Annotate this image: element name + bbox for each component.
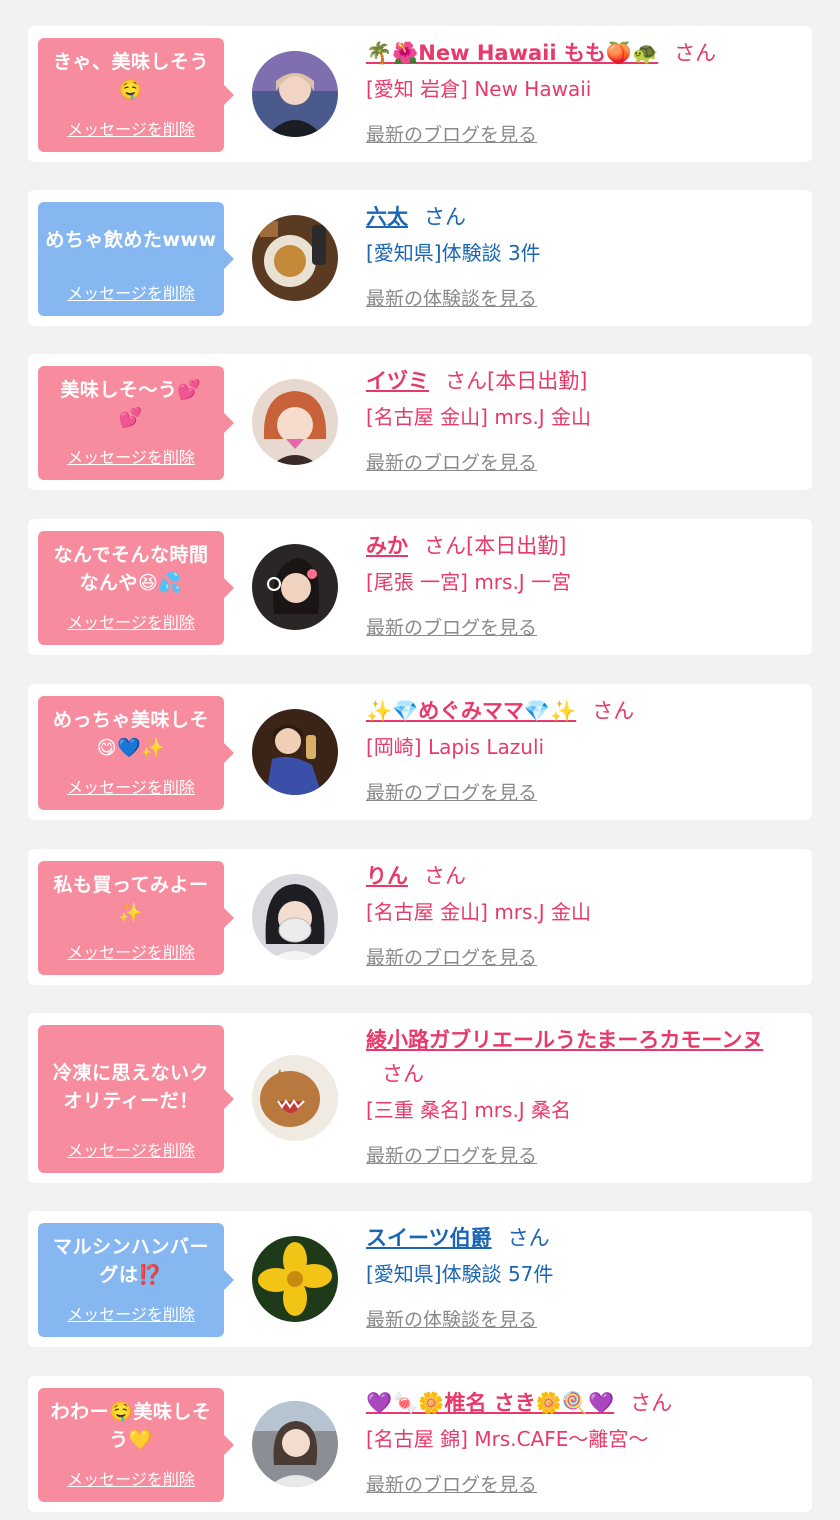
message-card: めっちゃ美味しそ 😋💙✨ メッセージを削除 ✨💎めぐみママ💎✨ さん [岡崎] L…: [28, 684, 812, 820]
latest-post-link[interactable]: 最新のブログを見る: [366, 1141, 782, 1168]
honorific-label: さん[本日出勤]: [445, 369, 588, 393]
avatar[interactable]: [252, 379, 338, 465]
message-text: めっちゃ美味しそ 😋💙✨: [52, 709, 209, 759]
honorific-label: さん: [592, 699, 635, 723]
shop-label: [名古屋 金山] mrs.J 金山: [366, 900, 592, 924]
message-card: めちゃ飲めたwww メッセージを削除 六太 さん [愛知県]体験談 3件 最新の体…: [28, 190, 812, 326]
avatar-photo-icon: [252, 1055, 338, 1141]
delete-message-link[interactable]: メッセージを削除: [38, 280, 224, 304]
profile-name-link[interactable]: スイーツ伯爵: [366, 1226, 492, 1250]
shop-label: [尾張 一宮] mrs.J 一宮: [366, 570, 572, 594]
message-bubble: 私も買ってみよー ✨ メッセージを削除: [38, 861, 234, 975]
message-card: なんでそんな時間 なんや😆💦 メッセージを削除 みか さん[本日出勤] [尾張 一…: [28, 519, 812, 655]
honorific-label: さん: [424, 864, 466, 888]
message-card: わわー🤤美味しそ う💛 メッセージを削除 💜🍬🌼椎名 さき🌼🍭💜 さん [名古屋 …: [28, 1376, 812, 1512]
delete-message-link[interactable]: メッセージを削除: [38, 1301, 224, 1325]
profile-name-link[interactable]: イヅミ: [366, 369, 429, 393]
message-card: きゃ、美味しそう 🤤 メッセージを削除 🌴🌺New Hawaii もも🍑🐢 さん …: [28, 26, 812, 162]
profile-name-link[interactable]: 💜🍬🌼椎名 さき🌼🍭💜: [366, 1391, 614, 1415]
delete-message-link[interactable]: メッセージを削除: [38, 444, 224, 468]
avatar-photo-icon: [252, 51, 338, 137]
message-card: 美味しそ〜う💕 💕 メッセージを削除 イヅミ さん[本日出勤] [名古屋 金山] …: [28, 354, 812, 490]
latest-post-link[interactable]: 最新のブログを見る: [366, 943, 782, 970]
shop-label: [岡崎] Lapis Lazuli: [366, 735, 545, 759]
delete-message-link[interactable]: メッセージを削除: [38, 774, 224, 798]
latest-post-link[interactable]: 最新のブログを見る: [366, 120, 782, 147]
honorific-label: さん: [630, 1391, 673, 1415]
avatar[interactable]: [252, 1401, 338, 1487]
message-text: めちゃ飲めたwww: [45, 229, 217, 251]
avatar-photo-icon: [252, 874, 338, 960]
message-card: 冷凍に思えないク オリティーだ！ メッセージを削除 綾小路ガブリエールうたまーろ…: [28, 1013, 812, 1183]
avatar-photo-icon: [252, 544, 338, 630]
message-bubble: めちゃ飲めたwww メッセージを削除: [38, 202, 234, 316]
honorific-label: さん: [674, 41, 717, 65]
message-list: きゃ、美味しそう 🤤 メッセージを削除 🌴🌺New Hawaii もも🍑🐢 さん …: [0, 0, 840, 1520]
avatar[interactable]: [252, 544, 338, 630]
profile-name-link[interactable]: りん: [366, 864, 408, 888]
avatar-photo-icon: [252, 1236, 338, 1322]
latest-post-link[interactable]: 最新の体験談を見る: [366, 1305, 782, 1332]
latest-post-link[interactable]: 最新のブログを見る: [366, 778, 782, 805]
avatar[interactable]: [252, 1055, 338, 1141]
latest-post-link[interactable]: 最新の体験談を見る: [366, 284, 782, 311]
latest-post-link[interactable]: 最新のブログを見る: [366, 1470, 782, 1497]
profile-name-link[interactable]: 🌴🌺New Hawaii もも🍑🐢: [366, 41, 658, 65]
avatar[interactable]: [252, 1236, 338, 1322]
message-text: わわー🤤美味しそ う💛: [50, 1401, 212, 1451]
delete-message-link[interactable]: メッセージを削除: [38, 116, 224, 140]
honorific-label: さん[本日出勤]: [424, 534, 567, 558]
message-card: 私も買ってみよー ✨ メッセージを削除 りん さん [名古屋 金山] mrs.J …: [28, 849, 812, 985]
profile-name-link[interactable]: ✨💎めぐみママ💎✨: [366, 699, 576, 723]
delete-message-link[interactable]: メッセージを削除: [38, 939, 224, 963]
message-bubble: なんでそんな時間 なんや😆💦 メッセージを削除: [38, 531, 234, 645]
avatar[interactable]: [252, 709, 338, 795]
honorific-label: さん: [382, 1062, 424, 1086]
shop-label: [名古屋 錦] Mrs.CAFE〜離宮〜: [366, 1427, 649, 1451]
message-text: きゃ、美味しそう 🤤: [52, 51, 209, 101]
avatar-photo-icon: [252, 215, 338, 301]
message-bubble: 冷凍に思えないク オリティーだ！ メッセージを削除: [38, 1025, 234, 1173]
avatar-photo-icon: [252, 1401, 338, 1487]
delete-message-link[interactable]: メッセージを削除: [38, 1137, 224, 1161]
shop-label: [愛知県]体験談 57件: [366, 1262, 554, 1286]
shop-label: [三重 桑名] mrs.J 桑名: [366, 1098, 572, 1122]
avatar[interactable]: [252, 874, 338, 960]
avatar-photo-icon: [252, 709, 338, 795]
avatar[interactable]: [252, 51, 338, 137]
message-bubble: きゃ、美味しそう 🤤 メッセージを削除: [38, 38, 234, 152]
profile-name-link[interactable]: 六太: [366, 205, 408, 229]
shop-label: [愛知県]体験談 3件: [366, 241, 541, 265]
avatar[interactable]: [252, 215, 338, 301]
delete-message-link[interactable]: メッセージを削除: [38, 1466, 224, 1490]
avatar-photo-icon: [252, 379, 338, 465]
profile-name-link[interactable]: みか: [366, 534, 408, 558]
profile-name-link[interactable]: 綾小路ガブリエールうたまーろカモーンヌ: [366, 1028, 763, 1052]
message-bubble: 美味しそ〜う💕 💕 メッセージを削除: [38, 366, 234, 480]
latest-post-link[interactable]: 最新のブログを見る: [366, 613, 782, 640]
shop-label: [名古屋 金山] mrs.J 金山: [366, 405, 592, 429]
shop-label: [愛知 岩倉] New Hawaii: [366, 77, 592, 101]
delete-message-link[interactable]: メッセージを削除: [38, 609, 224, 633]
message-text: 冷凍に思えないク オリティーだ！: [52, 1062, 209, 1112]
latest-post-link[interactable]: 最新のブログを見る: [366, 448, 782, 475]
message-text: 私も買ってみよー ✨: [53, 874, 209, 924]
message-text: なんでそんな時間 なんや😆💦: [53, 544, 209, 594]
message-card: マルシンハンバー グは⁉️ メッセージを削除 スイーツ伯爵 さん [愛知県]体験談…: [28, 1211, 812, 1347]
message-bubble: マルシンハンバー グは⁉️ メッセージを削除: [38, 1223, 234, 1337]
honorific-label: さん: [424, 205, 466, 229]
message-text: マルシンハンバー グは⁉️: [52, 1236, 209, 1286]
message-text: 美味しそ〜う💕 💕: [60, 379, 202, 429]
message-bubble: わわー🤤美味しそ う💛 メッセージを削除: [38, 1388, 234, 1502]
honorific-label: さん: [507, 1226, 550, 1250]
message-bubble: めっちゃ美味しそ 😋💙✨ メッセージを削除: [38, 696, 234, 810]
